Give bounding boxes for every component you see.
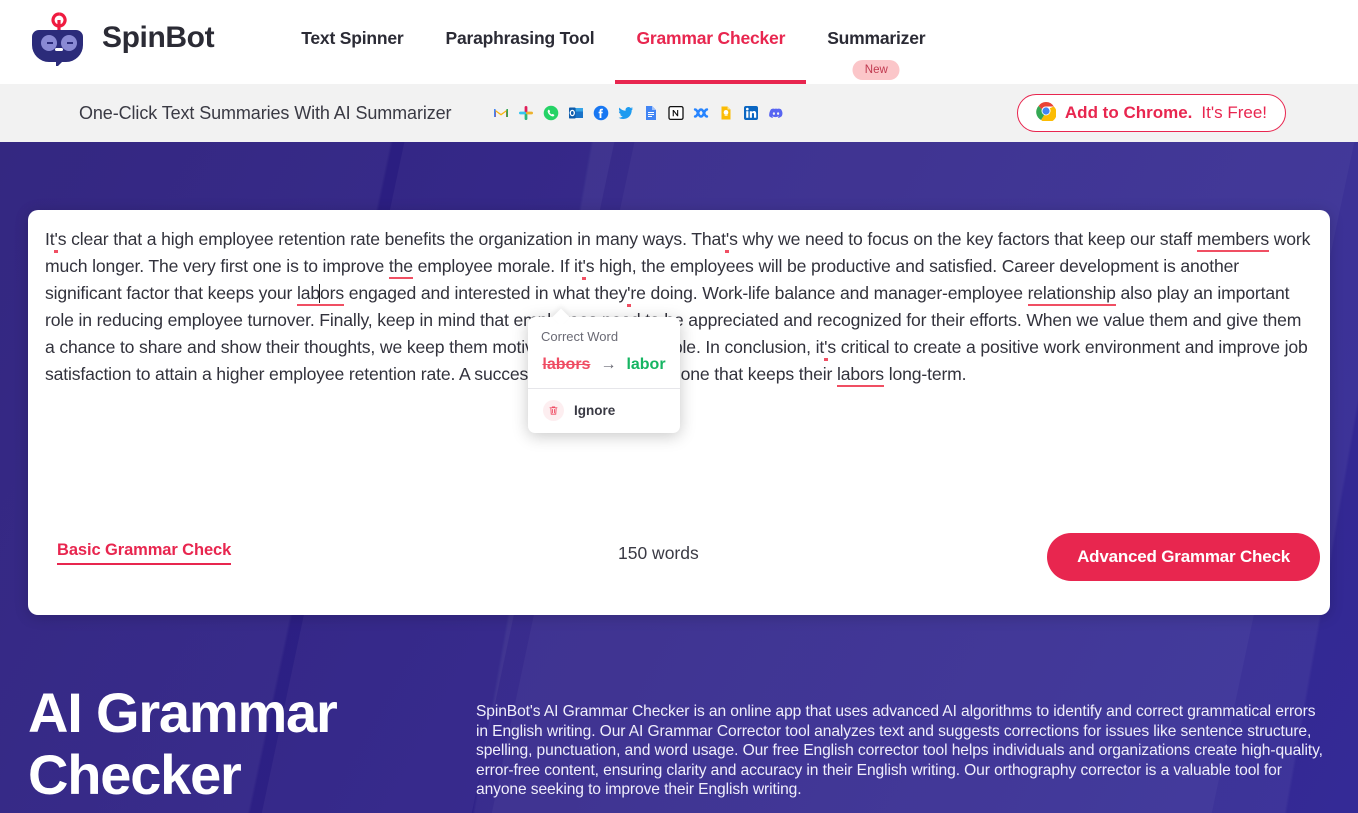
popup-title: Correct Word [541,329,619,344]
popup-suggestion-area: Correct Word labors → labor [528,317,680,388]
grammar-error-punctuation[interactable]: ' [582,256,585,276]
grammar-error-word[interactable]: relationship [1027,283,1116,306]
hero-bottom-section: AI Grammar Checker SpinBot's AI Grammar … [0,682,1358,806]
grammar-error-punctuation[interactable]: ' [627,283,630,303]
popup-correct-word[interactable]: labor [626,356,665,374]
nav-item-paraphrasing-tool[interactable]: Paraphrasing Tool [424,28,615,84]
grammar-error-punctuation[interactable]: ' [824,337,827,357]
popup-ignore-label: Ignore [574,403,616,418]
add-to-chrome-button[interactable]: Add to Chrome. It's Free! [1016,94,1286,132]
discord-icon[interactable] [768,105,784,121]
promo-app-icon-list [493,105,784,121]
top-navigation-bar: SpinBot Text Spinner Paraphrasing Tool G… [0,0,1358,84]
hero-section: It's clear that a high employee retentio… [0,142,1358,813]
grammar-error-punctuation[interactable]: ' [726,229,729,249]
word-count-label: 150 words [618,543,699,563]
hero-title: AI Grammar Checker [28,681,338,806]
grammar-error-word-selected[interactable]: labors [296,283,344,306]
grammar-error-punctuation[interactable]: ' [54,229,57,249]
promo-bar: One-Click Text Summaries With AI Summari… [0,84,1358,142]
nav-item-label: Paraphrasing Tool [445,28,595,48]
grammar-error-word[interactable]: labors [836,364,884,387]
popup-wrong-word: labors [542,356,591,373]
popup-ignore-button[interactable]: Ignore [528,389,680,433]
trash-icon [543,400,564,421]
nav-links: Text Spinner Paraphrasing Tool Grammar C… [280,28,946,84]
linkedin-icon[interactable] [743,105,759,121]
correct-word-popup: Correct Word labors → labor Ignore [528,308,680,433]
nav-badge-new: New [852,60,900,80]
brand-name-label: SpinBot [102,21,215,54]
basic-grammar-check-link[interactable]: Basic Grammar Check [57,541,231,565]
spinbot-robot-logo-icon [28,10,90,68]
gmail-icon[interactable] [493,105,509,121]
add-to-chrome-secondary-label: It's Free! [1201,103,1267,122]
notion-icon[interactable] [668,105,685,121]
brand-logo-link[interactable]: SpinBot [28,10,215,68]
nav-item-grammar-checker[interactable]: Grammar Checker [615,28,806,84]
arrow-right-icon: → [600,356,617,373]
nav-item-label: Summarizer [827,28,926,48]
x-scissors-icon[interactable] [693,105,709,121]
text-caret [319,284,321,303]
hero-description: SpinBot's AI Grammar Checker is an onlin… [476,703,1323,798]
add-to-chrome-primary-label: Add to Chrome. [1064,103,1193,122]
promo-text-label: One-Click Text Summaries With AI Summari… [79,102,452,123]
advanced-grammar-check-button[interactable]: Advanced Grammar Check [1047,533,1320,581]
outlook-icon[interactable] [568,105,584,121]
twitter-icon[interactable] [618,105,634,121]
grammar-error-word[interactable]: members [1196,229,1269,252]
slack-icon[interactable] [518,105,534,121]
google-docs-icon[interactable] [643,105,659,121]
facebook-icon[interactable] [593,105,609,121]
popup-suggestion-row[interactable]: labors → labor [541,356,667,374]
grammar-error-word[interactable]: the [388,256,413,279]
nav-item-label: Grammar Checker [636,28,786,48]
nav-item-text-spinner[interactable]: Text Spinner [280,28,424,84]
whatsapp-icon[interactable] [543,105,559,121]
grammar-editor-card: It's clear that a high employee retentio… [28,210,1330,615]
nav-item-label: Text Spinner [301,28,404,48]
nav-item-summarizer[interactable]: Summarizer New [806,28,946,84]
chrome-icon [1036,101,1057,126]
google-keep-icon[interactable] [718,105,734,121]
